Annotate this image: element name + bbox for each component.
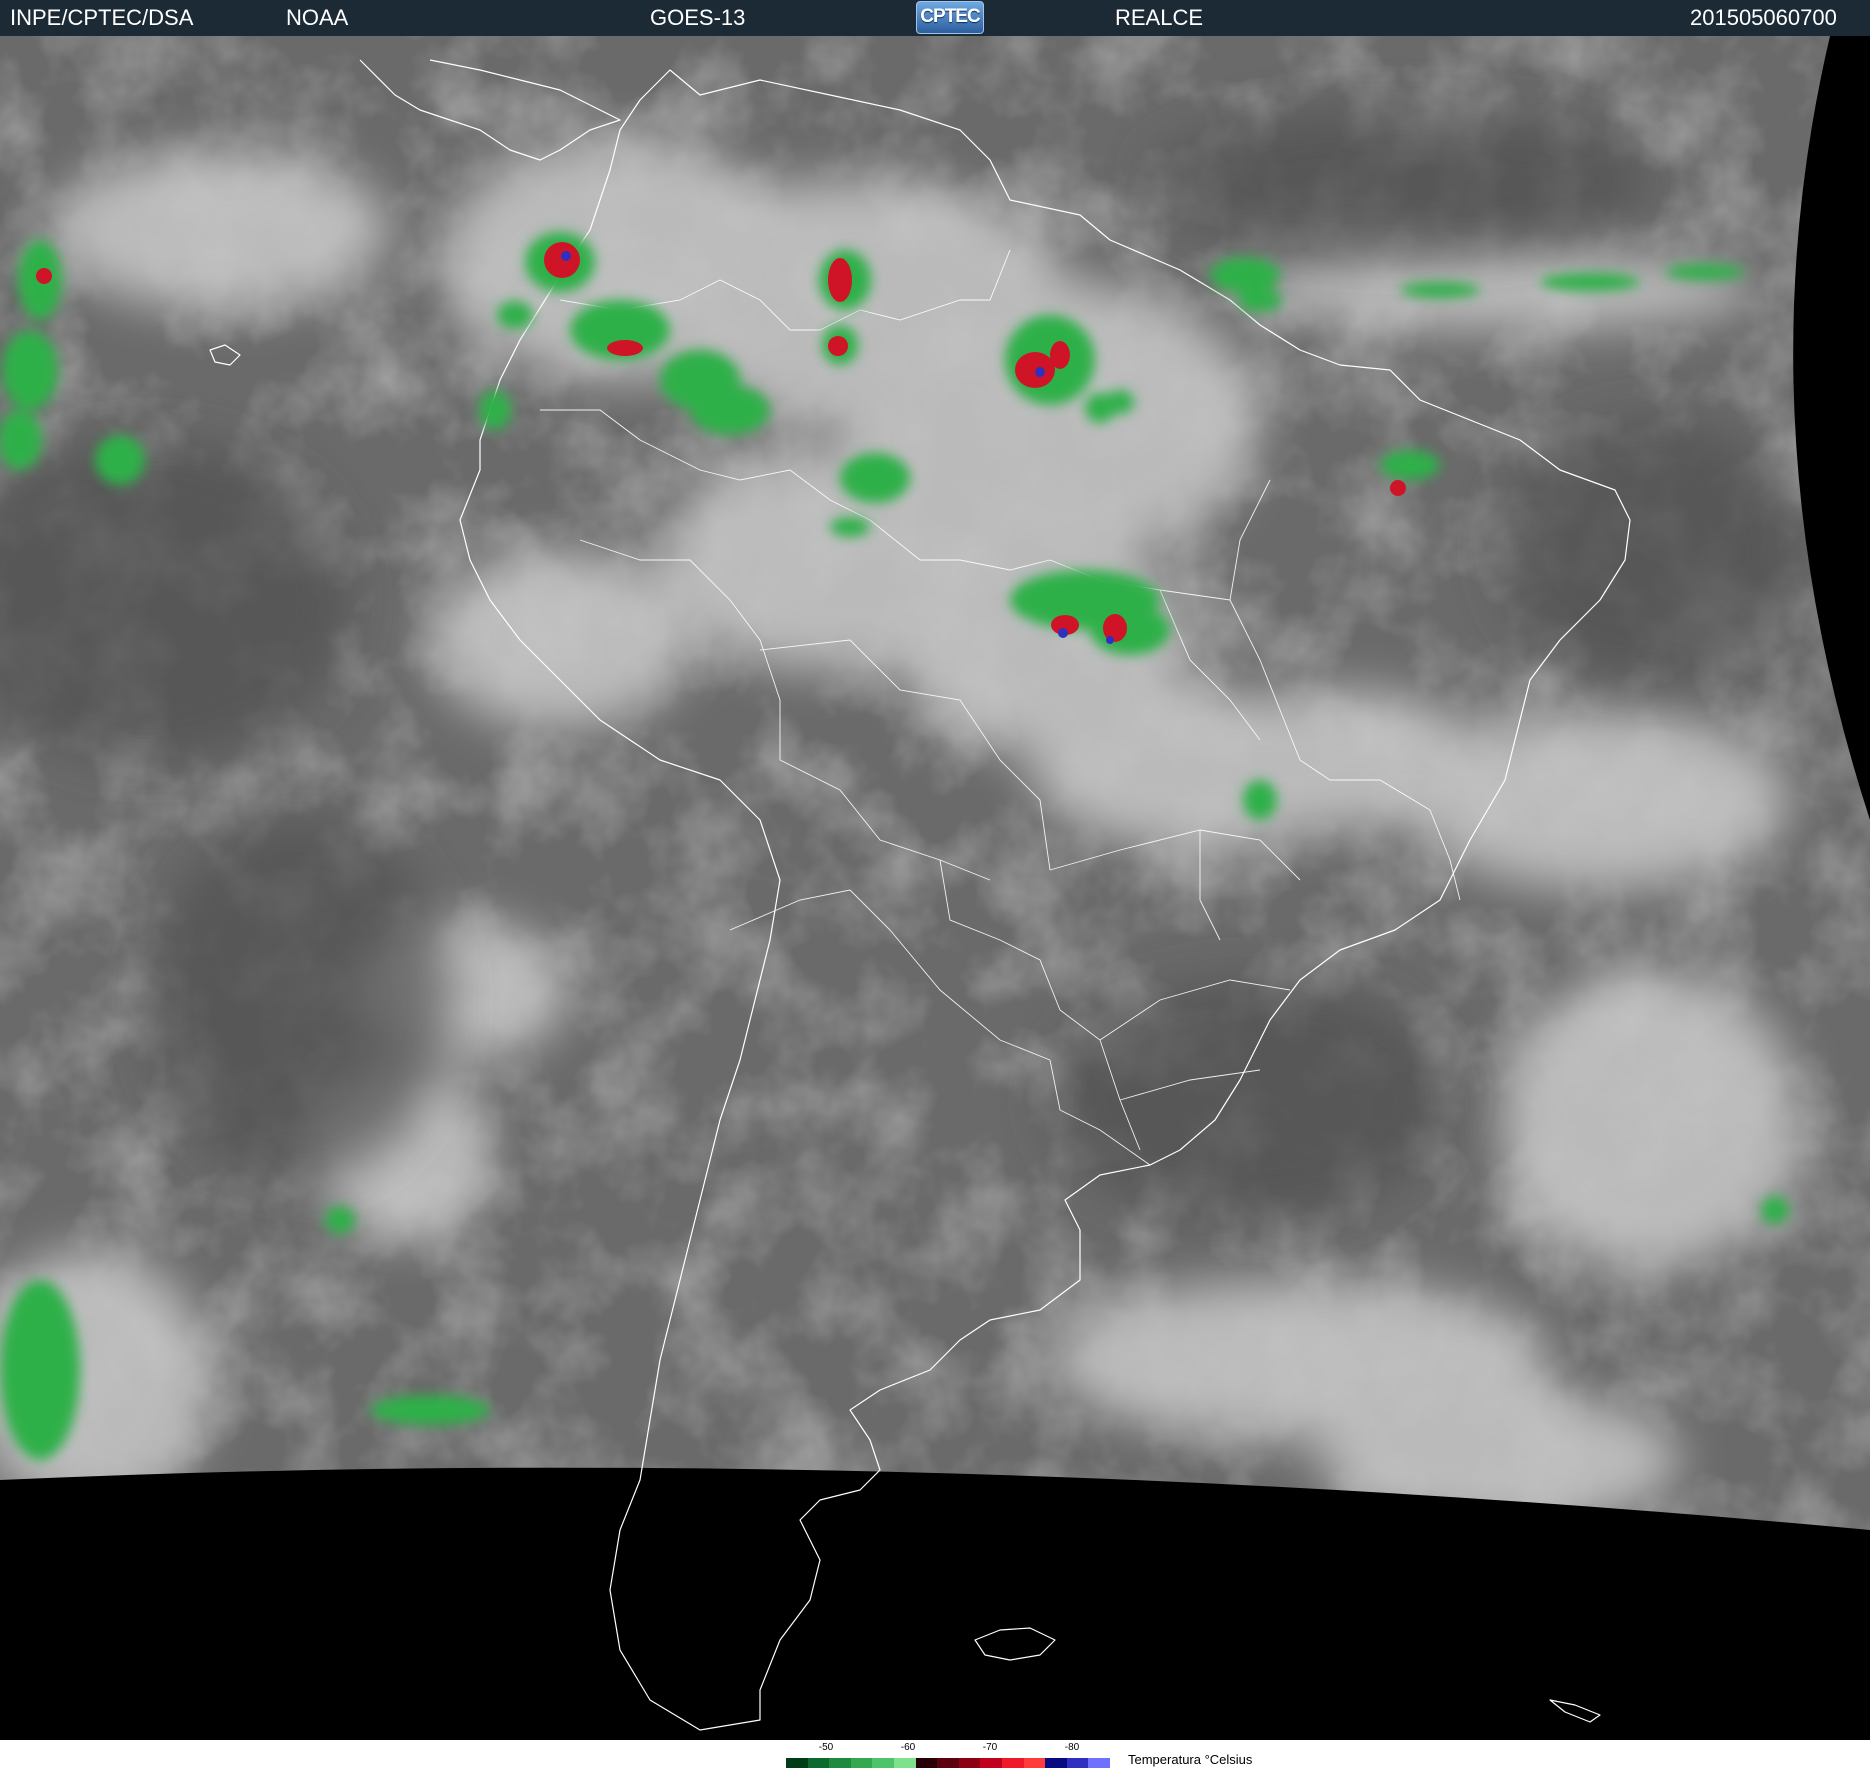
satellite-label: GOES-13 <box>650 5 746 30</box>
source-label: INPE/CPTEC/DSA <box>10 5 194 30</box>
colorbar-swatch <box>937 1758 959 1768</box>
cptec-logo: CPTEC <box>916 1 984 34</box>
legend-tick: -50 <box>818 1742 834 1753</box>
legend-tick: -70 <box>982 1742 998 1753</box>
colorbar-swatch <box>1023 1758 1046 1768</box>
colorbar-swatch <box>850 1758 873 1768</box>
legend-tick: -60 <box>900 1742 916 1753</box>
product-label: REALCE <box>1115 5 1204 30</box>
agency-label: NOAA <box>286 5 349 30</box>
colorbar-swatch <box>915 1758 938 1768</box>
cptec-logo-text: CPTEC <box>920 6 980 27</box>
colorbar-swatch <box>958 1758 981 1768</box>
colorbar-swatch <box>1045 1758 1067 1768</box>
timestamp-label: 201505060700 <box>1690 5 1837 30</box>
off-disk-bottom <box>0 1467 1870 1740</box>
colorbar-swatch <box>786 1758 808 1768</box>
colorbar-swatch <box>980 1758 1002 1768</box>
colorbar-swatch <box>893 1758 916 1768</box>
colorbar-swatch <box>872 1758 894 1768</box>
colorbar-swatch <box>829 1758 851 1768</box>
image-header: INPE/CPTEC/DSA NOAA GOES-13 CPTEC REALCE… <box>0 0 1870 36</box>
colorbar-swatch <box>1088 1758 1110 1768</box>
satellite-map <box>0 36 1870 1740</box>
colorbar-swatch <box>807 1758 830 1768</box>
legend-title: Temperatura °Celsius <box>1128 1752 1253 1767</box>
temperature-legend: -50 -60 -70 -80 Temperatura °Celsius <box>0 1740 1870 1770</box>
legend-tick: -80 <box>1064 1742 1080 1753</box>
colorbar-swatch <box>1001 1758 1024 1768</box>
colorbar-swatch <box>1066 1758 1089 1768</box>
temperature-colorbar <box>786 1758 1110 1768</box>
